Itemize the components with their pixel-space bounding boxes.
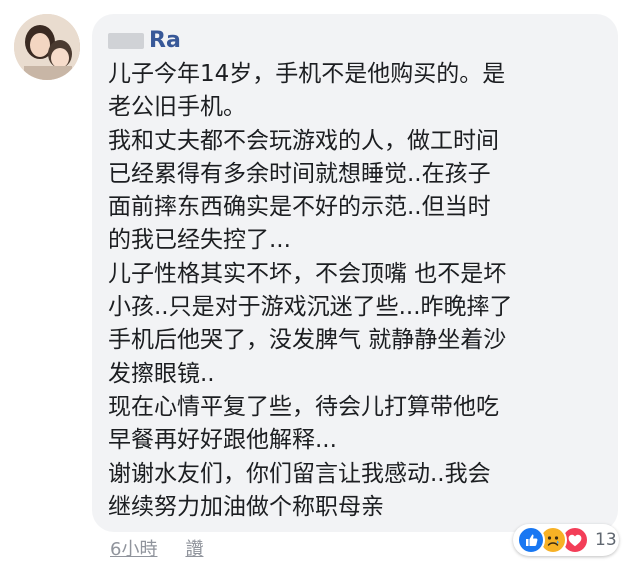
comment-actions: 6小時 讚 [110, 534, 203, 562]
reaction-count: 13 [595, 530, 617, 550]
timestamp-link[interactable]: 6小時 [110, 535, 157, 561]
reactions-summary[interactable]: 13 [513, 524, 619, 556]
redacted-name-block [108, 33, 144, 49]
author-row: Ra [108, 26, 181, 56]
avatar[interactable] [14, 14, 80, 80]
comment-bubble: Ra 儿子今年14岁，手机不是他购买的。是 老公旧手机。 我和丈夫都不会玩游戏的… [92, 14, 618, 532]
comment-text: 儿子今年14岁，手机不是他购买的。是 老公旧手机。 我和丈夫都不会玩游戏的人，做… [108, 61, 513, 520]
author-name[interactable]: Ra [149, 26, 181, 56]
like-icon [517, 526, 545, 554]
like-link[interactable]: 讚 [185, 535, 203, 561]
